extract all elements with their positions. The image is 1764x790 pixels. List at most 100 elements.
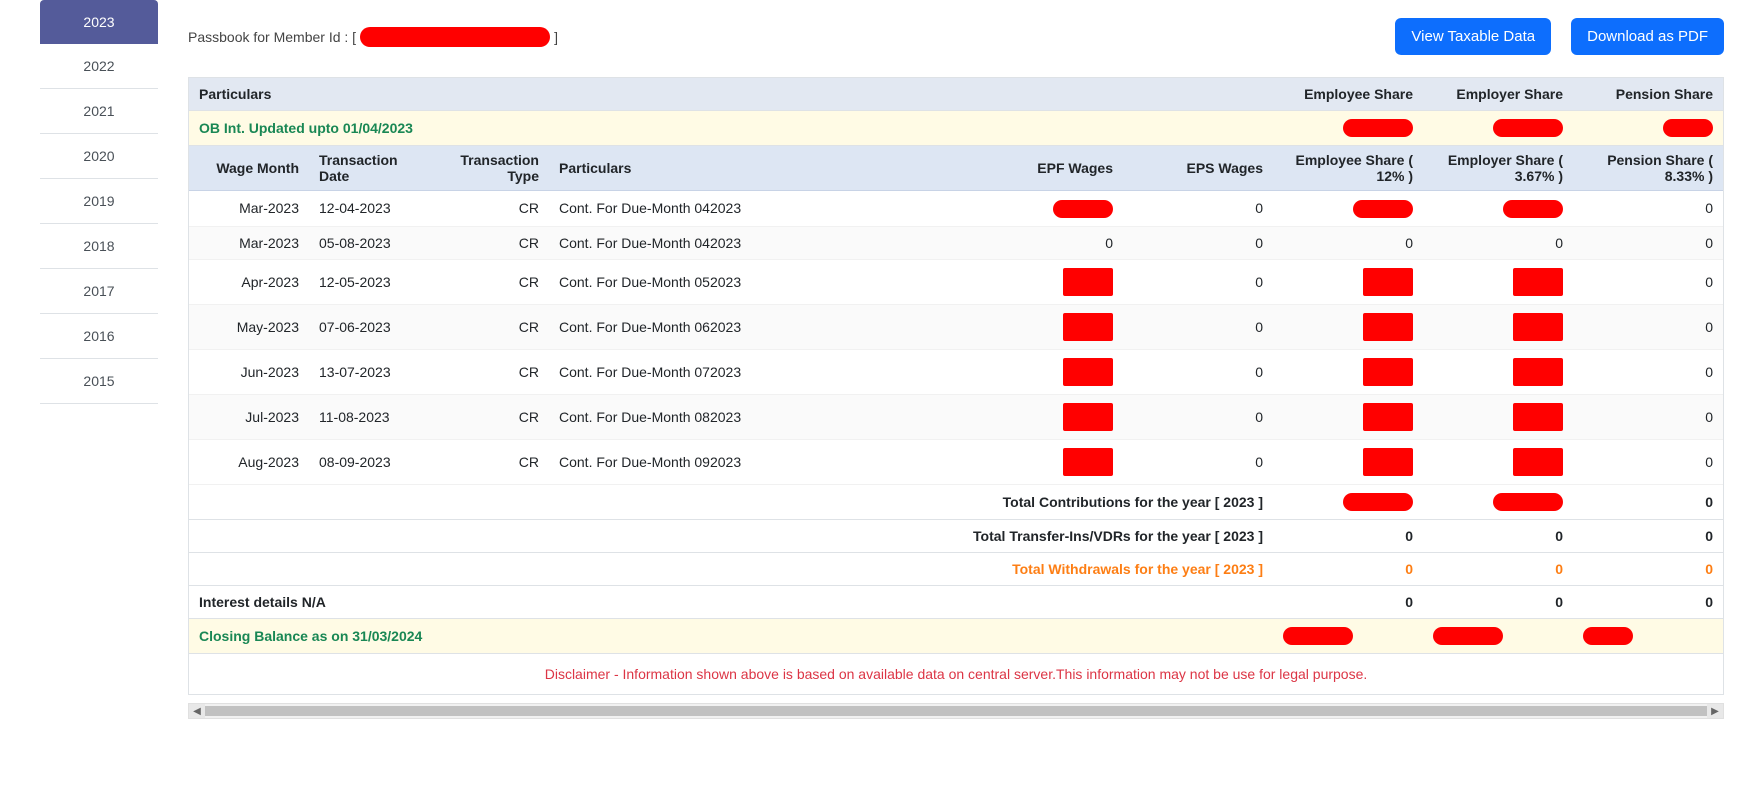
- cell-txn-date: 11-08-2023: [309, 394, 439, 439]
- top-row: Passbook for Member Id : [ ] View Taxabl…: [188, 0, 1724, 77]
- th-pension-share: Pension Share: [1573, 78, 1723, 111]
- cell-particulars: Cont. For Due-Month 082023: [549, 394, 973, 439]
- horizontal-scrollbar[interactable]: ◀ ▶: [188, 703, 1724, 719]
- cell-empr-share: [1423, 259, 1573, 304]
- cell-eps-wages: 0: [1123, 394, 1273, 439]
- redacted-value: [1063, 313, 1113, 341]
- th-eps-wages: EPS Wages: [1123, 146, 1273, 191]
- cell-txn-type: CR: [439, 439, 549, 484]
- year-tab-2020[interactable]: 2020: [40, 134, 158, 179]
- table-row: Mar-202305-08-2023CRCont. For Due-Month …: [189, 226, 1723, 259]
- cell-particulars: Cont. For Due-Month 042023: [549, 226, 973, 259]
- total-transfer-label: Total Transfer-Ins/VDRs for the year [ 2…: [189, 519, 1273, 552]
- action-buttons: View Taxable Data Download as PDF: [1395, 18, 1724, 55]
- member-id-redacted: [360, 27, 550, 47]
- cell-particulars: Cont. For Due-Month 092023: [549, 439, 973, 484]
- member-id-label: Passbook for Member Id : [: [188, 29, 356, 45]
- total-transfer-es: 0: [1273, 519, 1423, 552]
- redacted-value: [1513, 403, 1563, 431]
- year-tab-2016[interactable]: 2016: [40, 314, 158, 359]
- cell-wage-month: Jul-2023: [189, 394, 309, 439]
- redacted-value: [1513, 268, 1563, 296]
- cell-wage-month: Mar-2023: [189, 226, 309, 259]
- cell-particulars: Cont. For Due-Month 072023: [549, 349, 973, 394]
- redacted-value: [1363, 313, 1413, 341]
- cell-pension: 0: [1573, 439, 1723, 484]
- redacted-value: [1063, 403, 1113, 431]
- th-employee-share: Employee Share: [1273, 78, 1423, 111]
- cell-eps-wages: 0: [1123, 259, 1273, 304]
- total-withdrawals-row: Total Withdrawals for the year [ 2023 ] …: [189, 552, 1723, 585]
- scroll-thumb[interactable]: [205, 706, 1707, 716]
- year-tab-2019[interactable]: 2019: [40, 179, 158, 224]
- interest-ers: 0: [1423, 585, 1573, 618]
- cell-empr-share: [1423, 439, 1573, 484]
- cell-empr-share: [1423, 191, 1573, 226]
- cell-eps-wages: 0: [1123, 304, 1273, 349]
- ob-empr-share: [1423, 111, 1573, 146]
- closing-balance-label: Closing Balance as on 31/03/2024: [189, 618, 1273, 653]
- cell-txn-type: CR: [439, 226, 549, 259]
- redacted-value: [1063, 448, 1113, 476]
- interest-label: Interest details N/A: [189, 585, 1273, 618]
- ob-pension: [1573, 111, 1723, 146]
- cell-empr-share: [1423, 394, 1573, 439]
- total-contrib-ps: 0: [1573, 484, 1723, 519]
- redacted-value: [1343, 119, 1413, 137]
- th-txn-type: Transaction Type: [439, 146, 549, 191]
- view-taxable-data-button[interactable]: View Taxable Data: [1395, 18, 1551, 55]
- cell-epf-wages: [973, 259, 1123, 304]
- year-tab-2015[interactable]: 2015: [40, 359, 158, 404]
- cell-txn-type: CR: [439, 191, 549, 226]
- cell-txn-date: 07-06-2023: [309, 304, 439, 349]
- redacted-value: [1343, 493, 1413, 511]
- total-transfer-ers: 0: [1423, 519, 1573, 552]
- th-particulars: Particulars: [189, 78, 1273, 111]
- cb-ers: [1423, 618, 1573, 653]
- cell-empr-share: 0: [1423, 226, 1573, 259]
- cell-eps-wages: 0: [1123, 349, 1273, 394]
- redacted-value: [1063, 358, 1113, 386]
- table-row: Jun-202313-07-2023CRCont. For Due-Month …: [189, 349, 1723, 394]
- year-tab-2023[interactable]: 2023: [40, 0, 158, 44]
- cell-txn-date: 12-05-2023: [309, 259, 439, 304]
- year-tab-2021[interactable]: 2021: [40, 89, 158, 134]
- redacted-value: [1583, 627, 1633, 645]
- ob-label: OB Int. Updated upto 01/04/2023: [189, 111, 1273, 146]
- cell-epf-wages: 0: [973, 226, 1123, 259]
- member-id-close: ]: [554, 29, 558, 45]
- download-pdf-button[interactable]: Download as PDF: [1571, 18, 1724, 55]
- redacted-value: [1353, 200, 1413, 218]
- passbook-table-wrap: Particulars Employee Share Employer Shar…: [188, 77, 1724, 695]
- year-tab-2022[interactable]: 2022: [40, 44, 158, 89]
- redacted-value: [1513, 358, 1563, 386]
- th-txn-date: Transaction Date: [309, 146, 439, 191]
- cell-particulars: Cont. For Due-Month 062023: [549, 304, 973, 349]
- year-tabs: 202320222021202020192018201720162015: [40, 0, 158, 719]
- redacted-value: [1053, 200, 1113, 218]
- redacted-value: [1363, 403, 1413, 431]
- th-wage-month: Wage Month: [189, 146, 309, 191]
- cb-ps: [1573, 618, 1723, 653]
- table-row: Mar-202312-04-2023CRCont. For Due-Month …: [189, 191, 1723, 226]
- year-tab-2018[interactable]: 2018: [40, 224, 158, 269]
- cell-wage-month: Mar-2023: [189, 191, 309, 226]
- cell-emp-share: [1273, 394, 1423, 439]
- scroll-right-arrow[interactable]: ▶: [1707, 704, 1723, 718]
- scroll-left-arrow[interactable]: ◀: [189, 704, 205, 718]
- ob-row: OB Int. Updated upto 01/04/2023: [189, 111, 1723, 146]
- year-tab-2017[interactable]: 2017: [40, 269, 158, 314]
- cell-txn-date: 05-08-2023: [309, 226, 439, 259]
- redacted-value: [1663, 119, 1713, 137]
- cell-pension: 0: [1573, 304, 1723, 349]
- cell-wage-month: Jun-2023: [189, 349, 309, 394]
- cell-emp-share: [1273, 191, 1423, 226]
- total-contrib-label: Total Contributions for the year [ 2023 …: [189, 484, 1273, 519]
- table-row: Jul-202311-08-2023CRCont. For Due-Month …: [189, 394, 1723, 439]
- total-withdraw-es: 0: [1273, 552, 1423, 585]
- cell-particulars: Cont. For Due-Month 042023: [549, 191, 973, 226]
- redacted-value: [1513, 448, 1563, 476]
- sub-header-row: Wage Month Transaction Date Transaction …: [189, 146, 1723, 191]
- cb-es: [1273, 618, 1423, 653]
- cell-txn-type: CR: [439, 394, 549, 439]
